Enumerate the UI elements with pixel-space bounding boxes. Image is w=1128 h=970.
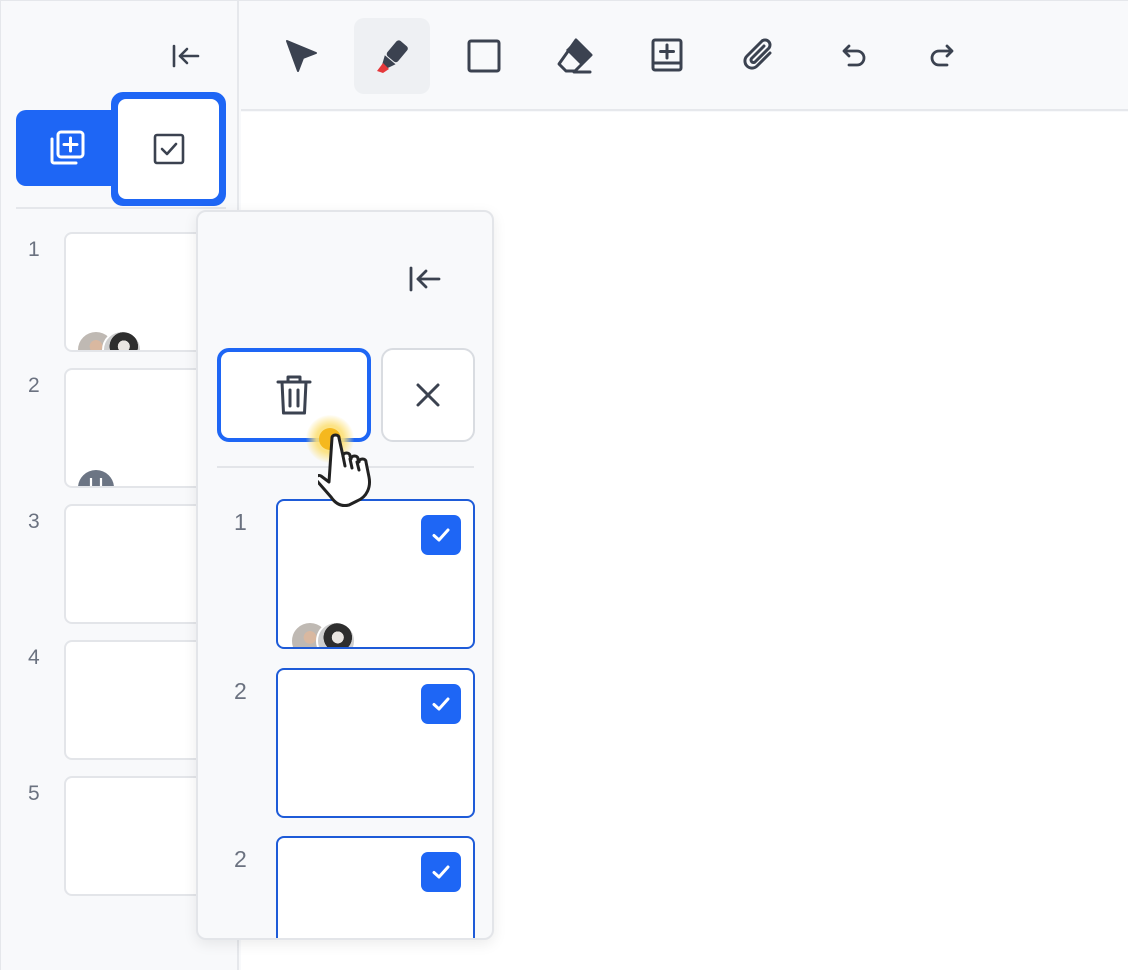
- checkmark-icon: [432, 528, 450, 542]
- page-number: 4: [28, 646, 40, 669]
- page-number: 1: [28, 238, 40, 261]
- whiteboard-app: 1 2 3 4 5 1 2 2: [0, 0, 1128, 970]
- avatar: [76, 468, 116, 486]
- checkbox-icon: [153, 133, 184, 165]
- checkmark-icon: [432, 865, 450, 879]
- checkmark-icon: [432, 697, 450, 711]
- page-number: 2: [28, 374, 40, 397]
- page-number: 3: [28, 510, 40, 533]
- select-pages-mode-button[interactable]: [111, 92, 226, 206]
- selectable-page-row[interactable]: 2: [198, 836, 492, 938]
- select-tool-button[interactable]: [263, 18, 339, 94]
- collapse-panel-button[interactable]: [405, 259, 445, 299]
- collapse-sidebar-button[interactable]: [166, 36, 206, 76]
- page-number: 2: [234, 678, 247, 704]
- pen-tool-button[interactable]: [354, 18, 430, 94]
- collaborator-avatars: [76, 330, 142, 350]
- trash-icon: [276, 375, 312, 415]
- page-checkbox[interactable]: [421, 684, 461, 724]
- collapse-left-icon: [172, 44, 200, 68]
- shape-tool-button[interactable]: [446, 18, 522, 94]
- eraser-icon: [557, 38, 593, 74]
- selected-page-thumbnail[interactable]: [276, 668, 475, 818]
- page-checkbox[interactable]: [421, 515, 461, 555]
- selected-page-thumbnail[interactable]: [276, 499, 475, 649]
- add-box-icon: [651, 38, 683, 72]
- redo-tool-button[interactable]: [906, 18, 982, 94]
- paperclip-icon: [743, 38, 772, 70]
- page-number: 5: [28, 782, 40, 805]
- page-number: 1: [234, 509, 247, 535]
- selected-page-thumbnail[interactable]: [276, 836, 475, 938]
- user-initials-icon: [89, 478, 103, 486]
- undo-icon: [842, 44, 866, 67]
- page-checkbox[interactable]: [421, 852, 461, 892]
- selectable-page-row[interactable]: 2: [198, 668, 492, 818]
- drawing-toolbar: [241, 1, 1128, 111]
- pointer-arrow-icon: [286, 40, 317, 72]
- selectable-page-row[interactable]: 1: [198, 499, 492, 649]
- undo-tool-button[interactable]: [814, 18, 890, 94]
- collapse-left-icon: [409, 266, 441, 292]
- collaborator-avatars: [76, 468, 116, 486]
- attach-tool-button[interactable]: [722, 18, 798, 94]
- collaborator-avatars: [290, 621, 356, 647]
- eraser-tool-button[interactable]: [537, 18, 613, 94]
- close-icon: [416, 383, 440, 407]
- marker-pen-icon: [377, 40, 408, 73]
- redo-icon: [930, 44, 954, 67]
- square-icon: [467, 39, 501, 73]
- select-pages-mode-inner: [118, 99, 219, 199]
- sidebar-divider: [16, 207, 226, 209]
- add-page-icon: [50, 130, 85, 165]
- avatar: [316, 621, 356, 647]
- hand-pointer-icon: [318, 433, 371, 507]
- add-note-tool-button[interactable]: [629, 18, 705, 94]
- page-number: 2: [234, 846, 247, 872]
- page-selection-panel: 1 2 2: [196, 210, 494, 940]
